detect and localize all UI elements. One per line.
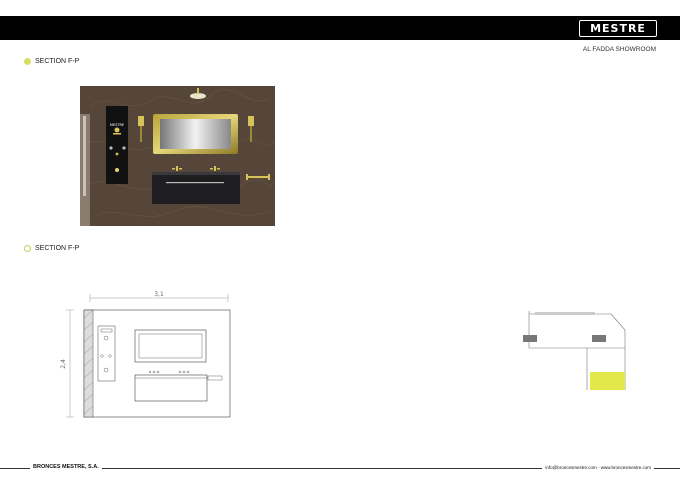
section-label: SECTION F-P xyxy=(35,58,80,65)
render-illustration: MESTRE xyxy=(80,86,275,226)
showroom-name: AL FADDA SHOWROOM xyxy=(582,46,656,53)
height-dimension: 2,4 xyxy=(60,359,67,369)
contact-info: info@broncesmestre.com - www.broncesmest… xyxy=(542,465,654,470)
section-heading-render: SECTION F-P xyxy=(24,58,79,65)
floor-plan xyxy=(523,311,626,390)
section-heading-elevation: SECTION F-P xyxy=(24,245,79,252)
header-bar xyxy=(0,16,680,40)
bathroom-render: MESTRE xyxy=(80,86,275,226)
panel-brand: MESTRE xyxy=(110,123,124,127)
width-dimension: 3,1 xyxy=(154,291,164,298)
bullet-filled-icon xyxy=(24,58,31,65)
brand-logo: MESTRE xyxy=(579,20,657,37)
company-name: BRONCES MESTRE, S.A. xyxy=(30,464,102,470)
bullet-ring-icon xyxy=(24,245,31,252)
elevation-drawing: 3,1 2,4 xyxy=(60,291,231,418)
section-label: SECTION F-P xyxy=(35,245,80,252)
